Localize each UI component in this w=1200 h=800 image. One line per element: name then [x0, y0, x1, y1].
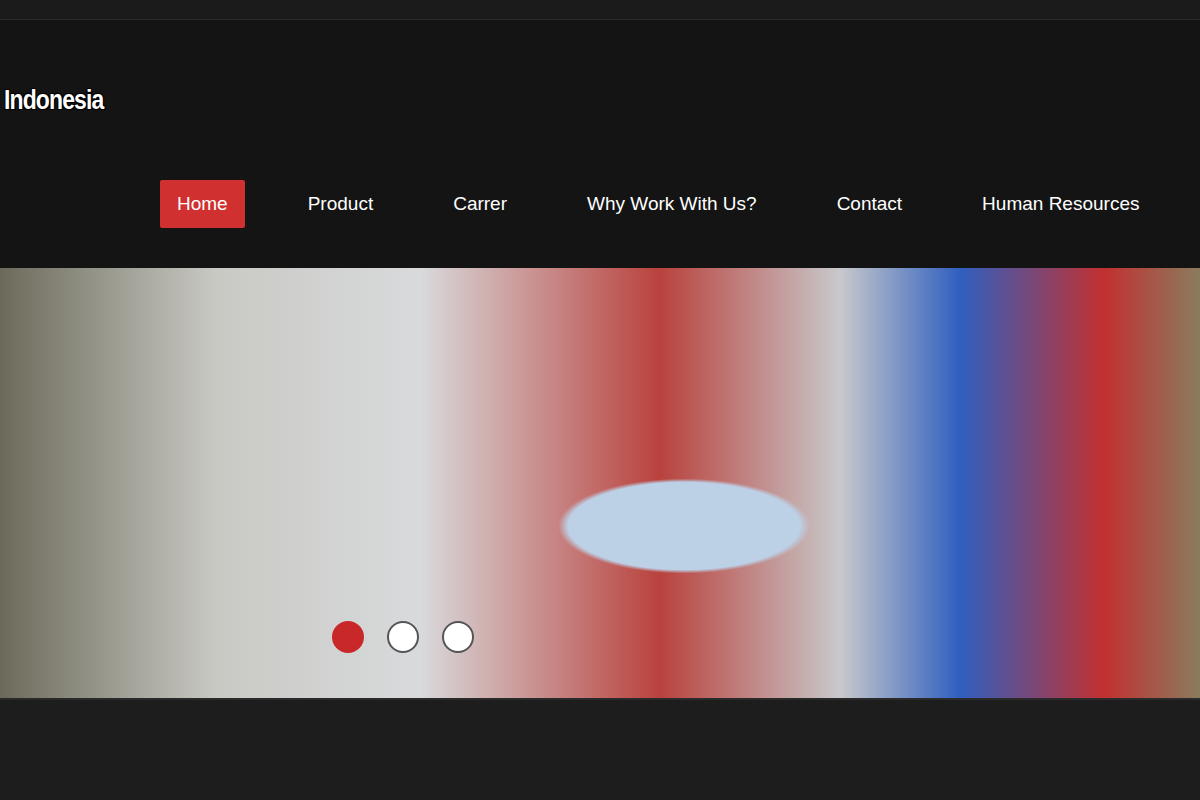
nav-item[interactable]: Human Resources — [965, 180, 1156, 228]
top-strip — [0, 0, 1200, 20]
banner-slider — [0, 268, 1200, 698]
slider-dot[interactable] — [332, 621, 364, 653]
nav-bar: Home Product Carrer Why Work With Us? Contac… — [160, 180, 1200, 228]
slider-dot[interactable] — [387, 621, 419, 653]
slider-dots — [332, 621, 474, 653]
nav-item[interactable]: Why Work With Us? — [570, 180, 774, 228]
logo[interactable]: Indonesia — [4, 85, 1021, 121]
header: Indonesia Home Product Carrer Why Work With … — [0, 20, 1200, 268]
slider-dot[interactable] — [442, 621, 474, 653]
nav-item[interactable]: Home — [160, 180, 245, 228]
nav-item[interactable]: Contact — [820, 180, 919, 228]
page: Indonesia Home Product Carrer Why Work With … — [0, 0, 1200, 800]
banner-photo — [0, 268, 1200, 698]
content-area — [0, 698, 1200, 800]
nav-item[interactable]: Product — [291, 180, 390, 228]
nav-item[interactable]: Carrer — [436, 180, 524, 228]
